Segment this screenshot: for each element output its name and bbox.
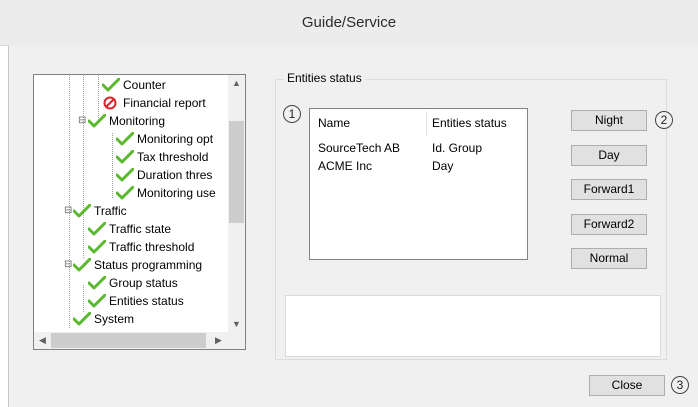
check-icon — [116, 186, 134, 200]
tree-vertical-scroll-thumb[interactable] — [229, 121, 244, 223]
tree-item-label: Traffic — [94, 204, 127, 218]
scroll-up-icon[interactable]: ▲ — [228, 75, 245, 92]
scroll-down-icon[interactable]: ▼ — [228, 316, 245, 333]
tree-item-label: Duration thres — [137, 168, 213, 182]
tree-item-label: Entities status — [109, 294, 184, 308]
forward2-button[interactable]: Forward2 — [571, 214, 647, 235]
row-1-status[interactable]: Id. Group — [432, 141, 482, 155]
callout-badge-1: 1 — [283, 105, 301, 123]
collapse-toggle-icon[interactable]: ⊟ — [64, 256, 72, 274]
tree-item-label: System — [94, 312, 135, 326]
prohibited-icon — [103, 96, 117, 110]
tree-item-label: Financial report — [123, 96, 206, 110]
tree-item-label: Traffic state — [109, 222, 172, 236]
tree-item-label: Monitoring — [109, 114, 166, 128]
tree-item[interactable]: Traffic threshold — [34, 238, 229, 256]
window-title: Guide/Service — [0, 0, 698, 46]
tree-horizontal-scrollbar[interactable]: ◀ ▶ — [34, 332, 245, 349]
tree-item[interactable]: ⊟ Traffic — [34, 202, 229, 220]
night-button[interactable]: Night — [571, 110, 647, 131]
tree-item[interactable]: ⊟ Monitoring — [34, 112, 229, 130]
row-2-name[interactable]: ACME Inc — [318, 159, 372, 173]
check-icon — [88, 240, 106, 254]
column-header-entities-status[interactable]: Entities status — [432, 116, 507, 130]
check-icon — [73, 204, 91, 218]
collapse-toggle-icon[interactable]: ⊟ — [78, 112, 86, 130]
tree-item[interactable]: Monitoring use — [34, 184, 229, 202]
tree-vertical-scrollbar[interactable]: ▲ ▼ — [228, 75, 245, 333]
tree-item[interactable]: Group status — [34, 274, 229, 292]
check-icon — [88, 222, 106, 236]
tree-item[interactable]: Monitoring opt — [34, 130, 229, 148]
tree-item-label: Status programming — [94, 258, 203, 272]
normal-button[interactable]: Normal — [571, 248, 647, 269]
close-button[interactable]: Close — [589, 375, 665, 396]
tree-item[interactable]: Counter — [34, 76, 229, 94]
tree-item[interactable]: Tax threshold — [34, 148, 229, 166]
entities-status-group-label: Entities status — [284, 71, 365, 85]
callout-badge-2: 2 — [655, 111, 673, 129]
tree-item-label: Counter — [123, 78, 166, 92]
forward1-button[interactable]: Forward1 — [571, 179, 647, 200]
tree-horizontal-scroll-thumb[interactable] — [51, 333, 206, 348]
check-icon — [73, 258, 91, 272]
check-icon — [116, 168, 134, 182]
check-icon — [88, 294, 106, 308]
tree-item-label: Group status — [109, 276, 178, 290]
tree-item[interactable]: Entities status — [34, 292, 229, 310]
tree-item[interactable]: Duration thres — [34, 166, 229, 184]
check-icon — [102, 78, 120, 92]
tree-item[interactable]: Traffic state — [34, 220, 229, 238]
day-button[interactable]: Day — [571, 145, 647, 166]
scroll-right-icon[interactable]: ▶ — [210, 332, 227, 349]
tree-item-label: Monitoring use — [137, 186, 216, 200]
check-icon — [73, 312, 91, 326]
callout-badge-3: 3 — [671, 376, 689, 394]
tree-item[interactable]: ⊟ Status programming — [34, 256, 229, 274]
check-icon — [88, 276, 106, 290]
tree-item[interactable]: System — [34, 310, 229, 328]
row-2-status[interactable]: Day — [432, 159, 453, 173]
check-icon — [116, 132, 134, 146]
row-1-name[interactable]: SourceTech AB — [318, 141, 400, 155]
collapse-toggle-icon[interactable]: ⊟ — [64, 202, 72, 220]
entities-list[interactable]: Name Entities status SourceTech AB Id. G… — [309, 108, 528, 260]
status-textbox[interactable] — [285, 295, 661, 357]
check-icon — [88, 114, 106, 128]
tree-item-label: Tax threshold — [137, 150, 209, 164]
tree-view[interactable]: Counter Financial report ⊟ Monitoring Monito… — [33, 74, 246, 350]
check-icon — [116, 150, 134, 164]
tree-item-label: Monitoring opt — [137, 132, 214, 146]
scrollbar-corner — [228, 332, 245, 349]
column-header-name[interactable]: Name — [318, 116, 350, 130]
tree-item[interactable]: Financial report — [34, 94, 229, 112]
scroll-left-icon[interactable]: ◀ — [34, 332, 51, 349]
tree-item-label: Traffic threshold — [109, 240, 195, 254]
column-separator[interactable] — [426, 111, 427, 137]
